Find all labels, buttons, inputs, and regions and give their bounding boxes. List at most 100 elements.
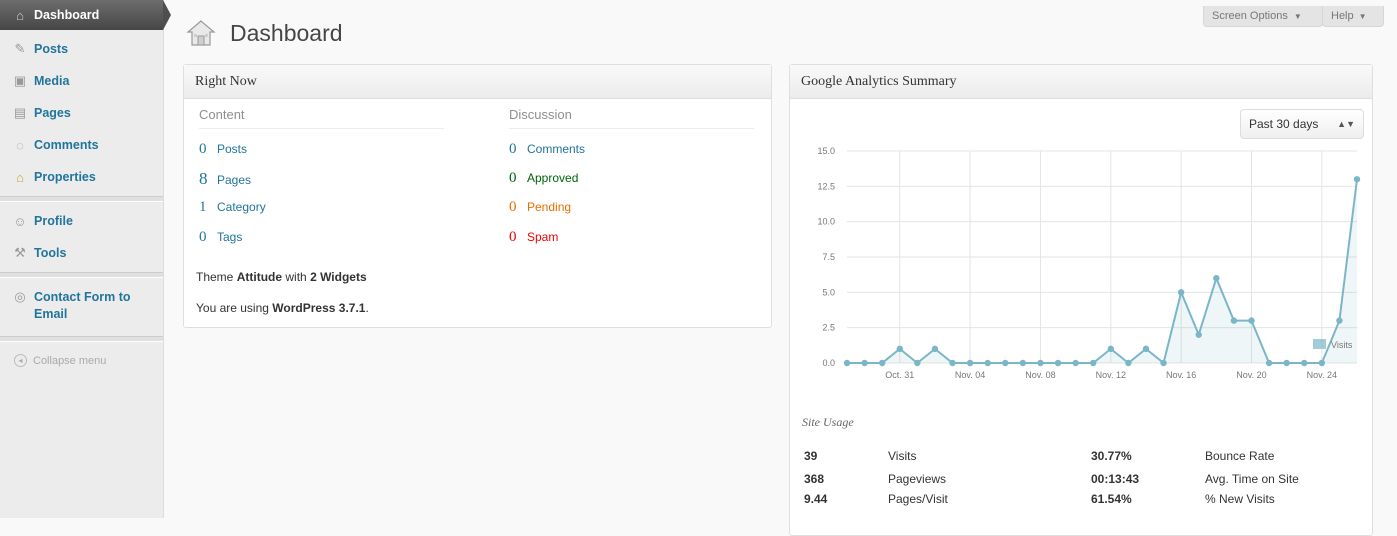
- widgets-link[interactable]: 2 Widgets: [310, 270, 367, 284]
- sidebar-item-posts[interactable]: ✎ Posts: [0, 33, 163, 65]
- menu-separator: [0, 196, 163, 202]
- label[interactable]: Spam: [527, 230, 558, 244]
- label[interactable]: Pending: [527, 200, 571, 214]
- widget-title[interactable]: Google Analytics Summary: [790, 65, 1372, 99]
- count[interactable]: 8: [199, 169, 217, 189]
- content-row-category[interactable]: 1 Category: [199, 199, 266, 216]
- help-label: Help: [1331, 10, 1354, 22]
- collapse-icon: ◂: [14, 354, 27, 367]
- count[interactable]: 0: [509, 199, 527, 216]
- data-point: [1213, 275, 1220, 282]
- sidebar-item-label: Properties: [34, 170, 96, 184]
- data-point: [1301, 359, 1308, 367]
- page-title: Dashboard: [230, 19, 343, 46]
- data-point: [1125, 359, 1132, 367]
- content-row-pages[interactable]: 8 Pages: [199, 169, 251, 189]
- usage-label: Visits: [888, 449, 917, 463]
- content-row-posts[interactable]: 0 Posts: [199, 141, 247, 158]
- content-heading: Content: [199, 107, 444, 129]
- usage-value: 00:13:43: [1091, 472, 1140, 486]
- usage-value: 30.77%: [1091, 449, 1132, 463]
- usage-value: 368: [804, 472, 825, 486]
- version-suffix: .: [365, 301, 369, 315]
- screen-options-button[interactable]: Screen Options ▼: [1203, 6, 1323, 27]
- site-usage-heading: Site Usage: [802, 415, 854, 429]
- menu-separator: [0, 272, 163, 278]
- screen-options-label: Screen Options: [1212, 10, 1288, 22]
- discussion-row-comments[interactable]: 0 Comments: [509, 141, 585, 158]
- usage-label: Avg. Time on Site: [1205, 472, 1299, 486]
- y-tick-label: 0.0: [822, 358, 835, 368]
- media-icon: ▣: [13, 73, 27, 88]
- data-point: [1002, 359, 1009, 367]
- discussion-row-approved[interactable]: 0 Approved: [509, 170, 578, 187]
- sidebar-item-properties[interactable]: ⌂ Properties: [0, 161, 163, 193]
- data-point: [949, 359, 956, 367]
- label[interactable]: Pages: [217, 173, 251, 187]
- count[interactable]: 0: [509, 141, 527, 158]
- content-row-tags[interactable]: 0 Tags: [199, 229, 242, 246]
- legend-swatch: [1313, 339, 1326, 349]
- x-tick-label: Nov. 04: [955, 370, 985, 380]
- collapse-label: Collapse menu: [33, 354, 107, 367]
- y-tick-label: 2.5: [822, 323, 835, 333]
- data-point: [861, 359, 868, 367]
- data-point: [1336, 317, 1343, 324]
- sidebar-item-contact-form[interactable]: ◎ Contact Form to Email: [0, 281, 163, 333]
- count[interactable]: 0: [509, 229, 527, 246]
- discussion-row-spam[interactable]: 0 Spam: [509, 229, 558, 246]
- sidebar-item-label: Comments: [34, 138, 99, 152]
- sidebar-item-media[interactable]: ▣ Media: [0, 65, 163, 97]
- label[interactable]: Approved: [527, 171, 578, 185]
- usage-label: Pages/Visit: [888, 492, 948, 506]
- sidebar-item-dashboard[interactable]: ⌂ Dashboard: [0, 0, 171, 30]
- theme-prefix: Theme: [196, 270, 234, 284]
- pages-icon: ▤: [13, 105, 27, 120]
- count[interactable]: 0: [509, 170, 527, 187]
- sidebar-item-pages[interactable]: ▤ Pages: [0, 97, 163, 129]
- dashboard-house-icon: [186, 20, 216, 46]
- visits-chart: 0.0 2.5 5.0 7.5 10.0 12.5 15.0 Oct. 31 Nov. 04 No…: [817, 146, 1361, 380]
- usage-value: 61.54%: [1091, 492, 1132, 506]
- data-point: [843, 359, 851, 367]
- sidebar-item-label: Tools: [34, 246, 67, 260]
- version-info: You are using WordPress 3.7.1.: [196, 301, 369, 315]
- usage-value: 39: [804, 449, 818, 463]
- data-point: [896, 345, 903, 353]
- data-point: [914, 359, 921, 367]
- data-point: [1195, 331, 1202, 338]
- sidebar-item-label: Contact Form to Email: [34, 290, 131, 321]
- usage-label: Pageviews: [888, 472, 947, 486]
- usage-label: Bounce Rate: [1205, 449, 1275, 463]
- data-point: [931, 345, 939, 353]
- label[interactable]: Category: [217, 200, 266, 214]
- label[interactable]: Posts: [217, 142, 247, 156]
- house-icon: ⌂: [16, 7, 24, 23]
- wordpress-version: WordPress 3.7.1: [272, 301, 366, 315]
- x-tick-label: Nov. 20: [1236, 370, 1266, 380]
- sidebar-item-tools[interactable]: ⚒ Tools: [0, 237, 163, 269]
- x-tick-label: Nov. 08: [1025, 370, 1055, 380]
- google-analytics-widget: Google Analytics Summary Past 30 days ▲▼…: [789, 64, 1373, 536]
- discussion-row-pending[interactable]: 0 Pending: [509, 199, 571, 216]
- label[interactable]: Tags: [217, 230, 242, 244]
- sidebar-item-label: Pages: [34, 106, 71, 120]
- help-button[interactable]: Help ▼: [1322, 6, 1384, 27]
- data-point: [1248, 317, 1255, 324]
- label[interactable]: Comments: [527, 142, 585, 156]
- pin-icon: ✎: [14, 41, 26, 56]
- date-range-select[interactable]: Past 30 days ▲▼: [1240, 109, 1364, 139]
- data-point: [1353, 176, 1361, 183]
- count[interactable]: 0: [199, 141, 217, 158]
- collapse-menu-button[interactable]: ◂ Collapse menu: [0, 354, 163, 367]
- contact-icon: ◎: [14, 289, 26, 304]
- data-point: [966, 359, 974, 367]
- sidebar-item-profile[interactable]: ☺ Profile: [0, 205, 163, 237]
- count[interactable]: 1: [199, 199, 217, 216]
- theme-name-link[interactable]: Attitude: [237, 270, 282, 284]
- data-point: [1072, 359, 1079, 367]
- sidebar-item-comments[interactable]: ◌ Comments: [0, 129, 163, 161]
- data-point: [1230, 317, 1238, 324]
- count[interactable]: 0: [199, 229, 217, 246]
- widget-title[interactable]: Right Now: [184, 65, 771, 99]
